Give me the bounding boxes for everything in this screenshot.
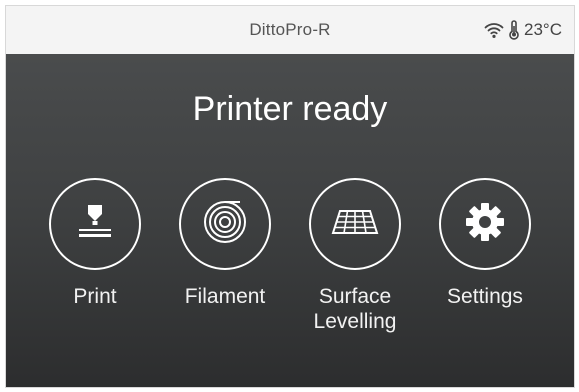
settings-button[interactable]: Settings [431, 178, 539, 334]
temperature-readout: 23°C [524, 20, 562, 39]
print-circle[interactable] [49, 178, 141, 270]
filament-circle[interactable] [179, 178, 271, 270]
main-menu: Print Filament Surface Levelling Setting… [6, 178, 574, 334]
page-title: Printer ready [192, 90, 388, 128]
main-panel: Printer ready Print Filament Surface Lev… [6, 54, 574, 387]
surface-levelling-button[interactable]: Surface Levelling [301, 178, 409, 334]
settings-circle[interactable] [439, 178, 531, 270]
device-name: DittoPro-R [249, 20, 331, 39]
print-nozzle-icon [75, 201, 115, 248]
filament-spool-icon [202, 199, 248, 250]
filament-button[interactable]: Filament [171, 178, 279, 334]
print-button[interactable]: Print [41, 178, 149, 334]
status-bar: DittoPro-R 23°C [6, 6, 574, 54]
filament-label: Filament [184, 285, 266, 308]
surface-levelling-label: Surface Levelling [313, 285, 397, 333]
printer-screen: DittoPro-R 23°C Printer ready Print Fila… [5, 5, 575, 388]
status-indicators: 23°C [484, 6, 562, 54]
surface-levelling-circle[interactable] [309, 178, 401, 270]
bed-grid-icon [330, 207, 380, 242]
wifi-icon [484, 21, 504, 39]
settings-label: Settings [447, 285, 523, 308]
print-label: Print [73, 285, 117, 308]
gear-icon [464, 201, 506, 248]
thermometer-icon [508, 20, 520, 40]
